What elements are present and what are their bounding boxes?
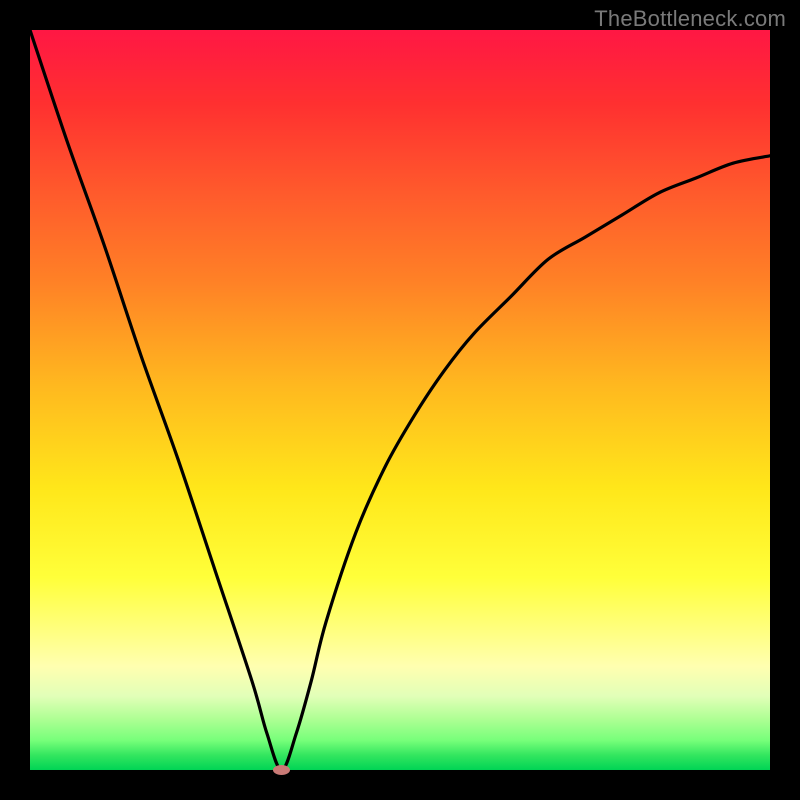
plot-area	[30, 30, 770, 770]
watermark-text: TheBottleneck.com	[594, 6, 786, 32]
optimum-marker	[273, 765, 291, 775]
bottleneck-curve	[30, 30, 770, 770]
chart-frame: TheBottleneck.com	[0, 0, 800, 800]
curve-line	[30, 30, 770, 770]
